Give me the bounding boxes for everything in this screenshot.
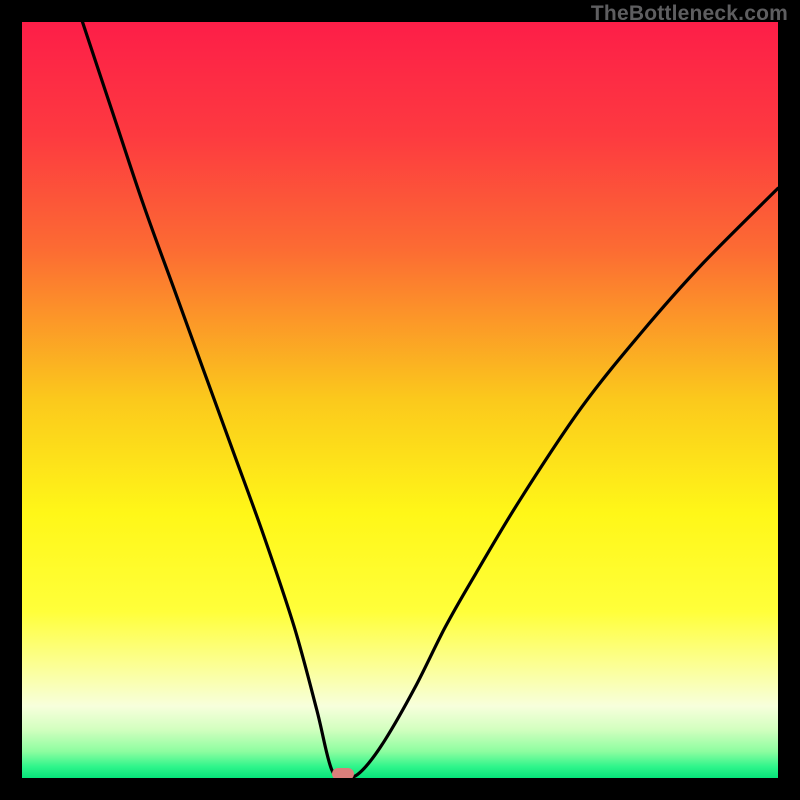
outer-frame: TheBottleneck.com [0,0,800,800]
bottleneck-curve [22,22,778,778]
minimum-marker [332,768,354,778]
plot-area [22,22,778,778]
